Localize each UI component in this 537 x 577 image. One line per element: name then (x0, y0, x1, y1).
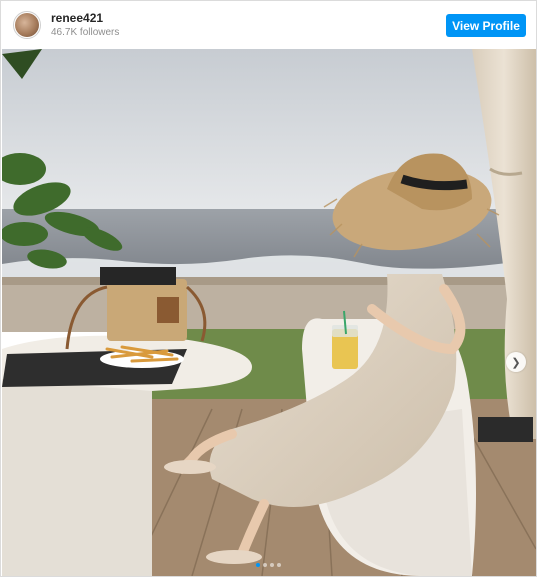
follower-count: 46.7K followers (51, 26, 120, 38)
carousel-dot (256, 563, 260, 567)
carousel-dot (277, 563, 281, 567)
post-header: renee421 46.7K followers View Profile (1, 1, 536, 49)
post-image[interactable]: ❯ (2, 49, 536, 576)
avatar-image (15, 13, 39, 37)
user-info: renee421 46.7K followers (51, 11, 119, 38)
carousel-dot (263, 563, 267, 567)
carousel-indicator (1, 563, 536, 567)
view-profile-button[interactable]: View Profile (446, 14, 526, 37)
next-image-button[interactable]: ❯ (506, 352, 526, 372)
username[interactable]: renee421 (51, 11, 119, 25)
post-card: renee421 46.7K followers View Profile ❯ (0, 0, 537, 577)
avatar[interactable] (13, 11, 41, 39)
chevron-right-icon: ❯ (511, 356, 521, 369)
carousel-dot (270, 563, 274, 567)
beach-photo (2, 49, 536, 576)
